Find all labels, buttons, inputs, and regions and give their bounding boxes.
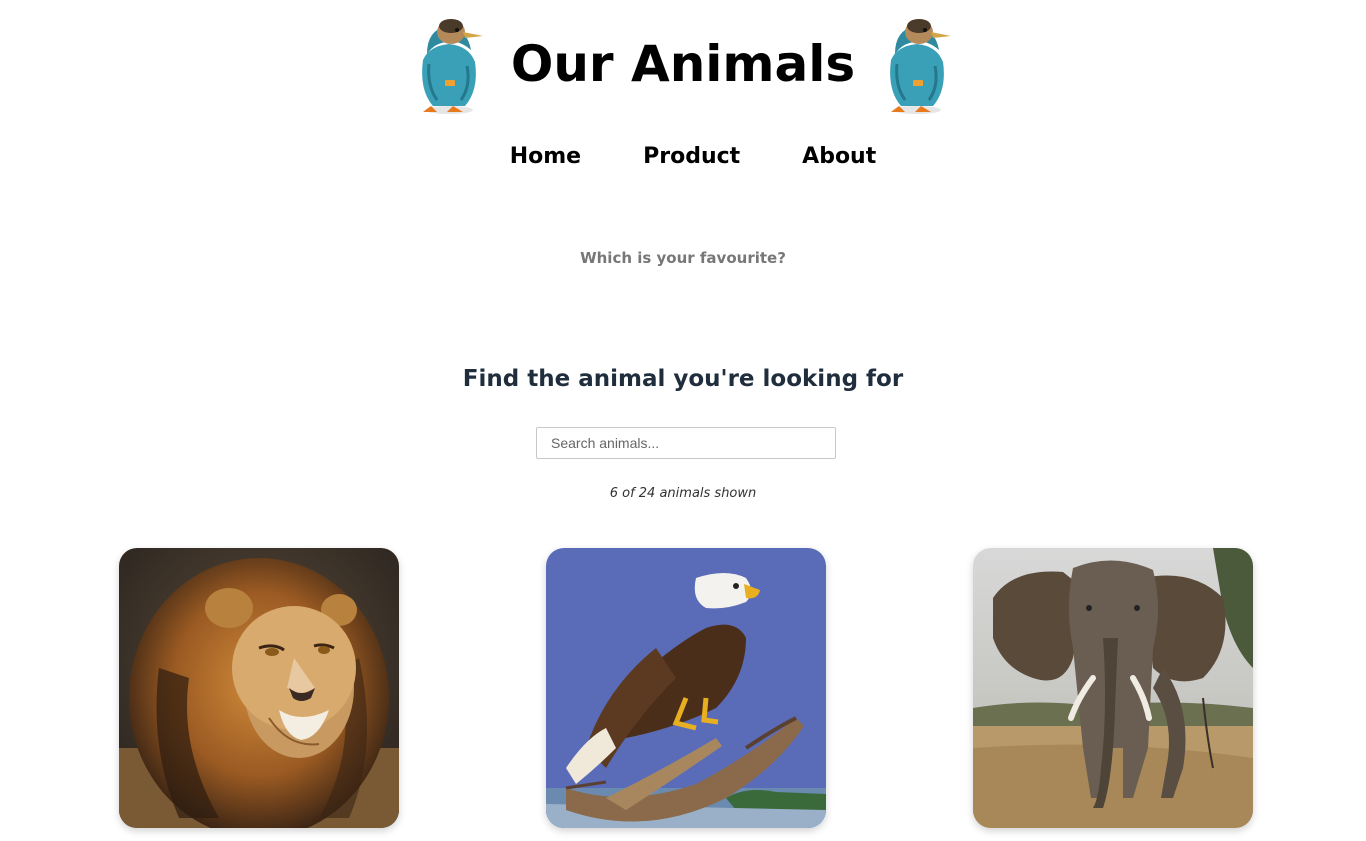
main-nav: Home Product About <box>0 144 1366 169</box>
animal-card-elephant[interactable] <box>973 548 1253 828</box>
animal-card-eagle[interactable] <box>546 548 826 828</box>
search-heading: Find the animal you're looking for <box>462 366 904 392</box>
elephant-image <box>973 548 1253 828</box>
duck-logo-right <box>890 19 952 114</box>
animal-card-lion[interactable] <box>119 548 399 828</box>
duck-logo-left <box>421 19 483 114</box>
nav-home-link[interactable]: Home <box>510 144 581 169</box>
eagle-image <box>546 548 826 828</box>
tagline: Which is your favourite? <box>580 249 786 267</box>
nav-product-link[interactable]: Product <box>643 144 740 169</box>
page: Our Animals Home Product About Which is … <box>0 0 1366 841</box>
nav-about-link[interactable]: About <box>802 144 876 169</box>
search-input[interactable] <box>536 427 836 459</box>
results-count: 6 of 24 animals shown <box>609 486 757 501</box>
lion-image <box>119 548 399 828</box>
site-header: Our Animals <box>0 8 1366 120</box>
site-title: Our Animals <box>510 35 856 93</box>
